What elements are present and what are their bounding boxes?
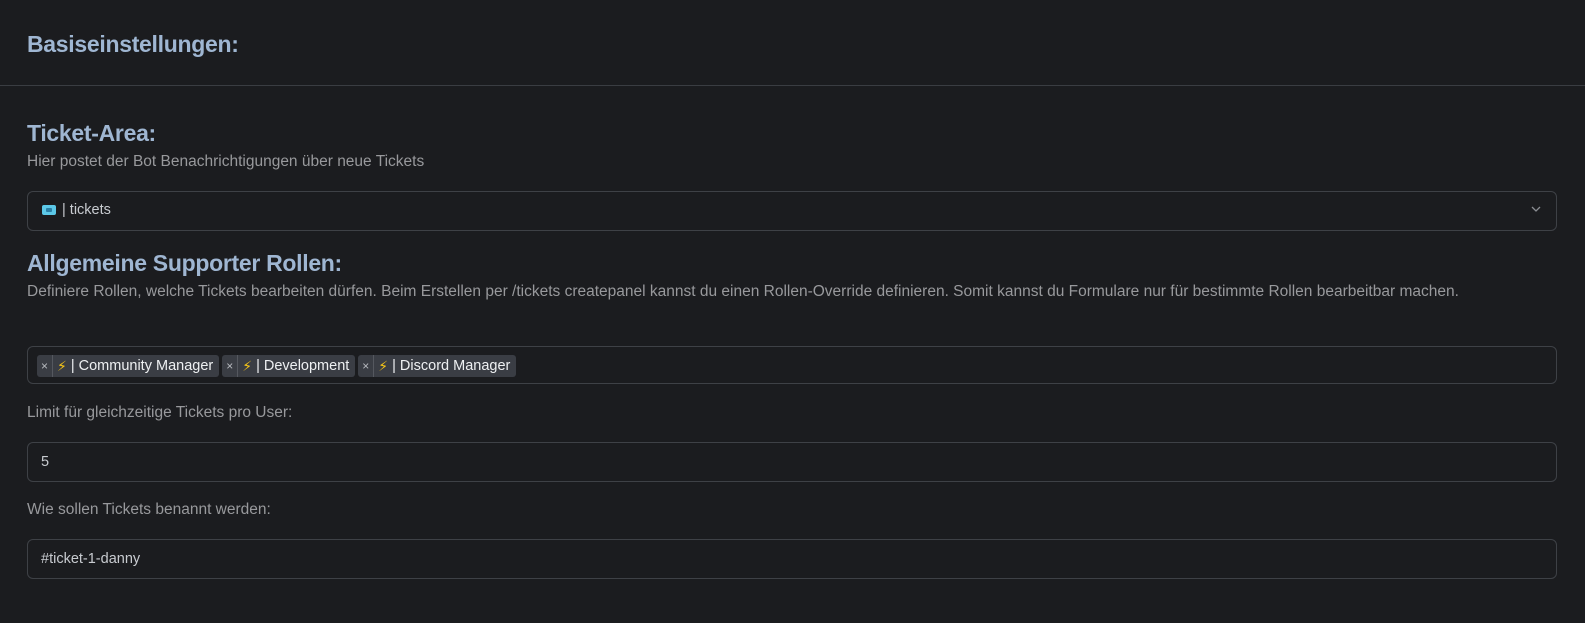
ticket-area-selected: | tickets [42,202,111,218]
settings-card: Basiseinstellungen: Ticket-Area: Hier po… [0,0,1585,623]
lightning-icon: ⚡ [242,357,253,374]
supporter-roles-description: Definiere Rollen, welche Tickets bearbei… [27,283,1459,300]
ticket-name-value: #ticket-1-danny [41,551,141,567]
remove-tag-button[interactable]: × [358,355,375,377]
role-tags: × ⚡ | Community Manager × ⚡ | Developmen… [37,355,517,377]
supporter-roles-multiselect[interactable]: × ⚡ | Community Manager × ⚡ | Developmen… [27,346,1557,384]
lightning-icon: ⚡ [378,357,389,374]
remove-tag-button[interactable]: × [37,355,53,377]
role-tag-development: × ⚡ | Development [222,355,356,377]
ticket-limit-label: Limit für gleichzeitige Tickets pro User… [27,404,293,421]
ticket-area-title: Ticket-Area: [27,120,156,146]
lightning-icon: ⚡ [57,357,67,374]
ticket-name-input[interactable]: #ticket-1-danny [27,539,1557,579]
role-tag-label: | Community Manager [70,358,214,374]
ticket-area-description: Hier postet der Bot Benachrichtigungen ü… [27,153,425,170]
role-tag-label: | Discord Manager [392,358,511,374]
remove-tag-button[interactable]: × [222,355,239,377]
ticket-emoji-icon [42,205,56,215]
page-title: Basiseinstellungen: [27,31,239,57]
ticket-area-select[interactable]: | tickets [27,191,1557,231]
ticket-area-selected-label: | tickets [62,202,111,218]
ticket-name-label: Wie sollen Tickets benannt werden: [27,501,271,518]
supporter-roles-title: Allgemeine Supporter Rollen: [27,250,342,276]
ticket-limit-value: 5 [41,454,50,470]
role-tag-community-manager: × ⚡ | Community Manager [37,355,220,377]
role-tag-label: | Development [256,358,350,374]
ticket-limit-input[interactable]: 5 [27,442,1557,482]
role-tag-discord-manager: × ⚡ | Discord Manager [358,355,517,377]
card-header: Basiseinstellungen: [0,0,1585,86]
chevron-down-icon[interactable] [1528,201,1544,217]
